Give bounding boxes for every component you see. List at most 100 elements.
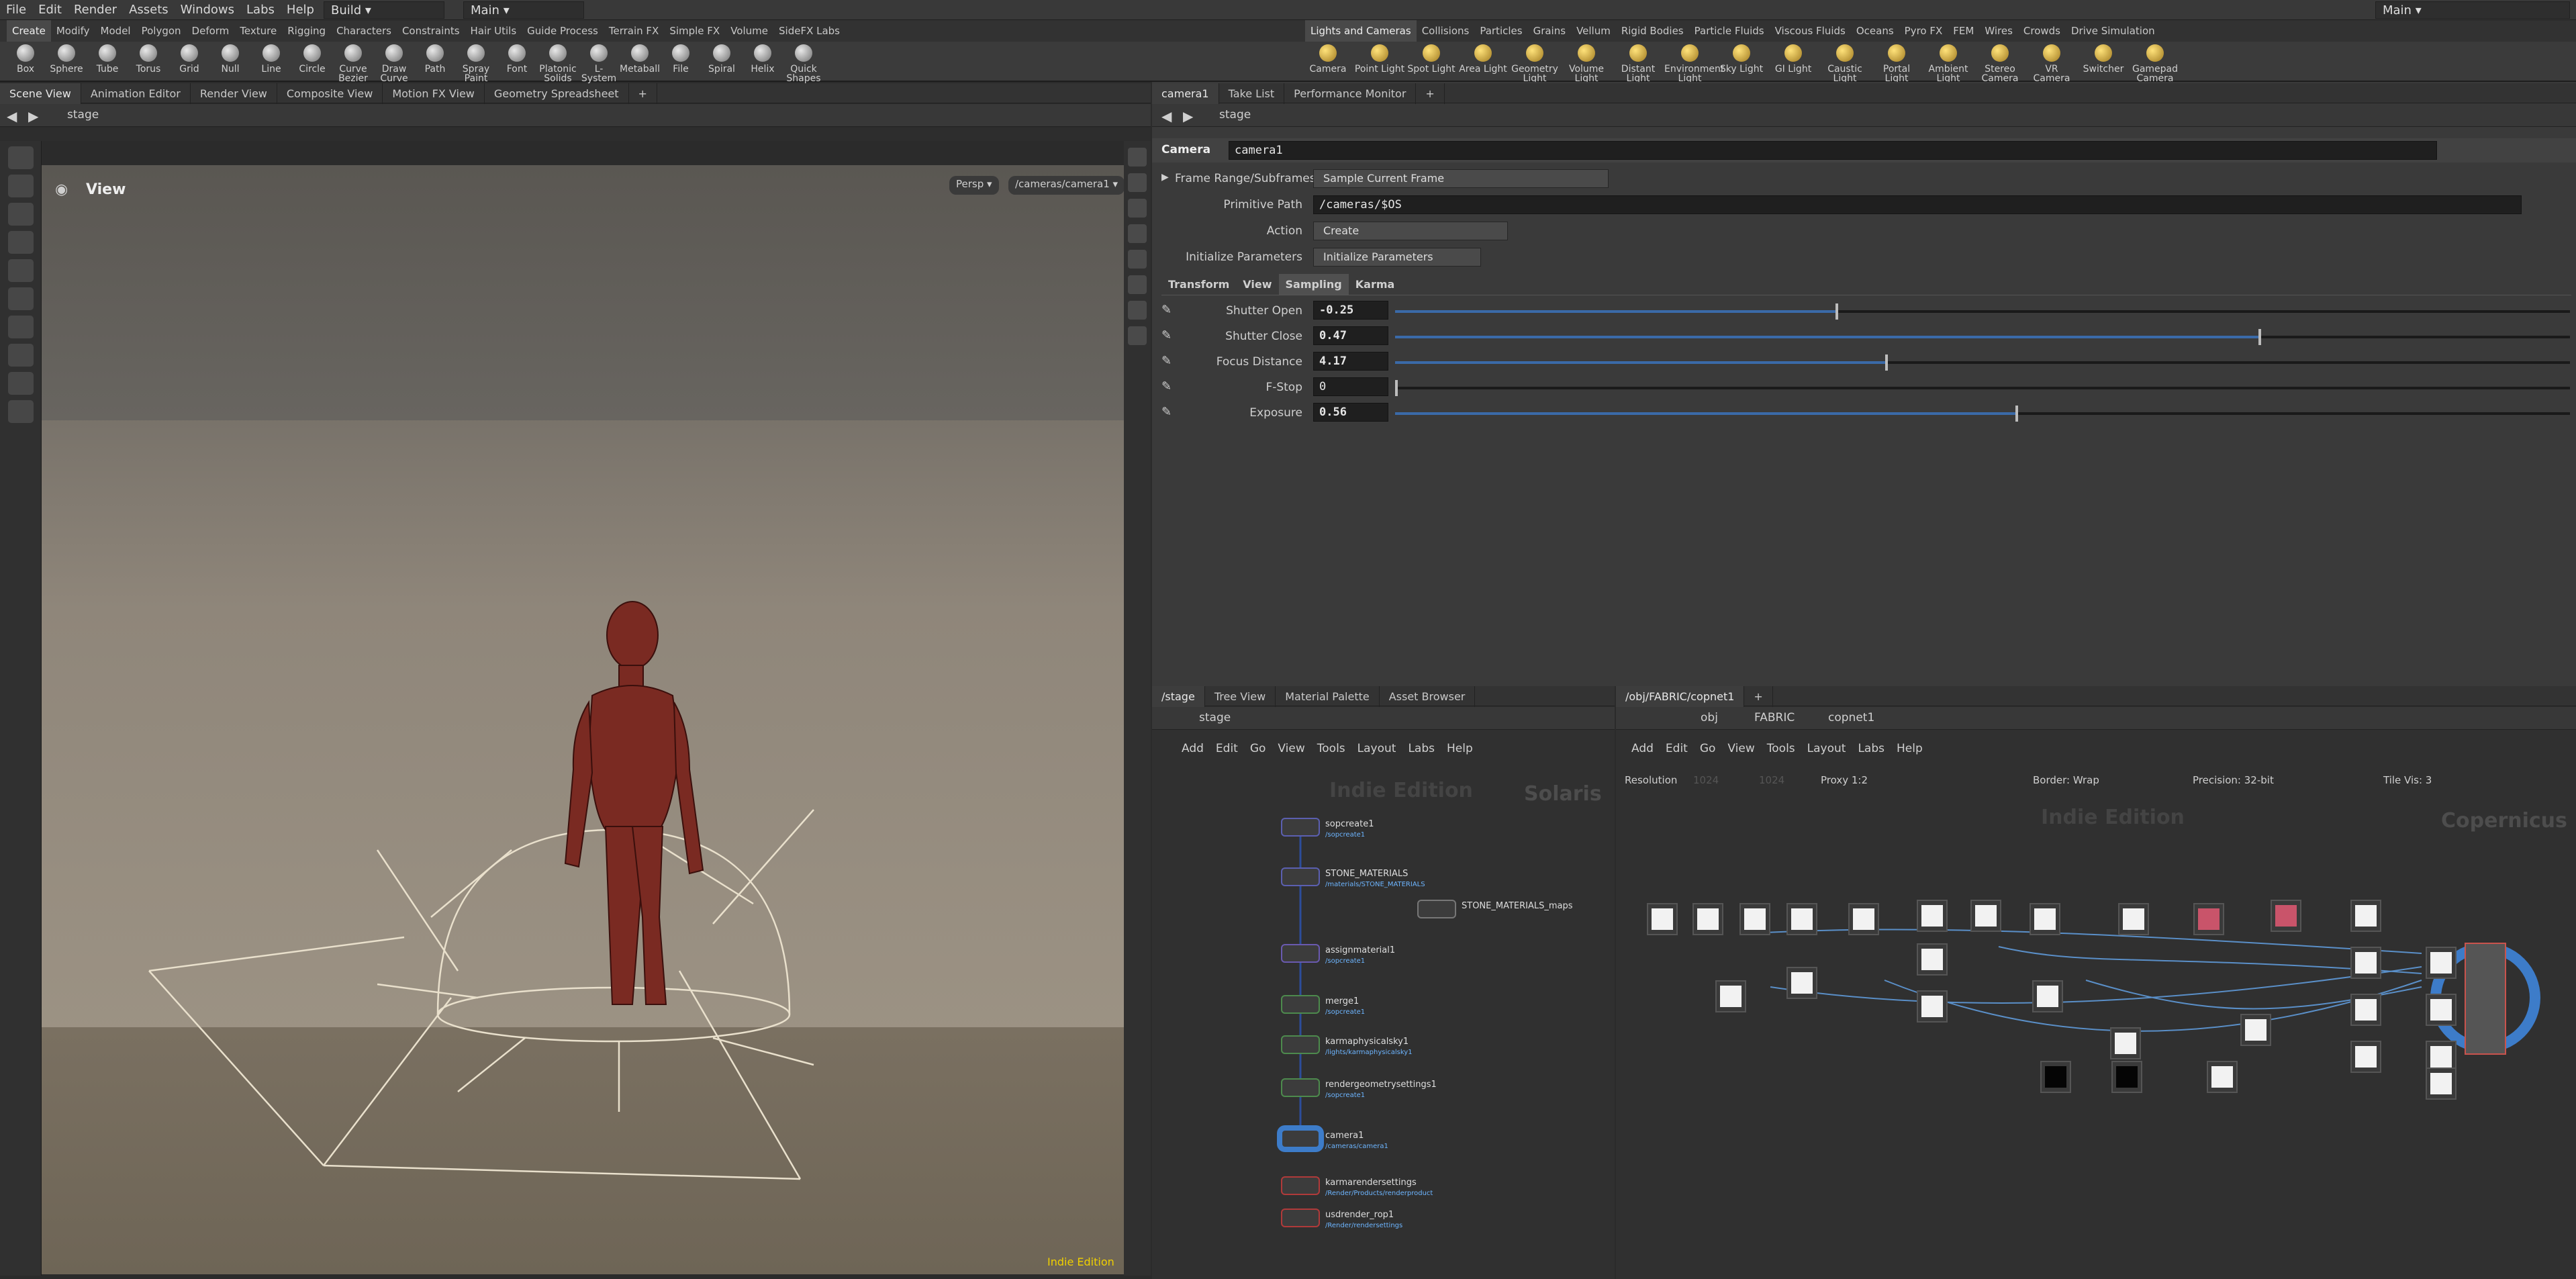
cop-node[interactable]: [2110, 1027, 2141, 1059]
tool-point-light[interactable]: Point Light: [1354, 44, 1405, 74]
right-context-dropdown[interactable]: Main ▾: [2375, 1, 2570, 19]
tool-area-light[interactable]: Area Light: [1458, 44, 1509, 74]
menu-labs[interactable]: Labs: [1858, 742, 1885, 755]
cop-node[interactable]: [2350, 994, 2381, 1026]
tab-sampling[interactable]: Sampling: [1278, 274, 1349, 295]
menu-labs[interactable]: Labs: [1408, 742, 1435, 755]
param-slider[interactable]: [1395, 354, 2570, 371]
param-slider[interactable]: [1395, 406, 2570, 422]
cop-path-copnet[interactable]: copnet1: [1828, 711, 1874, 724]
cop-node[interactable]: [1647, 903, 1678, 935]
cop-node[interactable]: [2426, 1068, 2456, 1100]
cop-node[interactable]: [1917, 943, 1948, 976]
shelf-tab-create[interactable]: Create: [7, 20, 51, 42]
res-y-field[interactable]: 1024: [1759, 774, 1784, 786]
scale-tool-icon[interactable]: [8, 259, 34, 282]
param-slider[interactable]: [1395, 303, 2570, 320]
shelf-tab-deform[interactable]: Deform: [187, 20, 235, 42]
tool-line[interactable]: Line: [251, 44, 291, 74]
tool-circle[interactable]: Circle: [292, 44, 332, 74]
tool-volume-light[interactable]: Volume Light: [1561, 44, 1612, 83]
camera-icon[interactable]: [1128, 326, 1147, 345]
shelf-tab-constraints[interactable]: Constraints: [397, 20, 465, 42]
tool-null[interactable]: Null: [210, 44, 250, 74]
shelf-tab-drive-simulation[interactable]: Drive Simulation: [2066, 20, 2160, 42]
shelf-tab-particle-fluids[interactable]: Particle Fluids: [1689, 20, 1770, 42]
tab-composite-view[interactable]: Composite View: [277, 83, 383, 104]
cop-node[interactable]: [2207, 1061, 2238, 1093]
proxy-label[interactable]: Proxy 1:2: [1821, 774, 1868, 786]
cop-node[interactable]: [2350, 1041, 2381, 1073]
tool-camera[interactable]: Camera: [1302, 44, 1353, 74]
cop-node[interactable]: [2271, 900, 2301, 932]
handle-tool-icon[interactable]: [8, 316, 34, 338]
node-sopcreate1[interactable]: [1281, 818, 1320, 837]
param-value-field[interactable]: 0.56: [1313, 403, 1388, 422]
shelf-tab-oceans[interactable]: Oceans: [1851, 20, 1899, 42]
shelf-tab-particles[interactable]: Particles: [1474, 20, 1527, 42]
tool-file[interactable]: File: [661, 44, 701, 74]
tab-geometry-spreadsheet[interactable]: Geometry Spreadsheet: [485, 83, 629, 104]
menu-windows[interactable]: Windows: [175, 0, 240, 19]
node-stone-materials[interactable]: [1281, 867, 1320, 886]
menu-go[interactable]: Go: [1250, 742, 1266, 755]
camera-tool-icon[interactable]: [8, 400, 34, 423]
tool-sphere[interactable]: Sphere: [46, 44, 87, 74]
tool-geometry-light[interactable]: Geometry Light: [1509, 44, 1560, 83]
node-rendergeometrysettings1[interactable]: [1281, 1078, 1320, 1097]
tool-platonic-solids[interactable]: Platonic Solids: [538, 44, 578, 83]
tool-metaball[interactable]: Metaball: [620, 44, 660, 74]
cop-node[interactable]: [1786, 903, 1817, 935]
cop-path-obj[interactable]: obj: [1701, 711, 1718, 724]
slider-handle[interactable]: [1835, 303, 1839, 320]
param-value-field[interactable]: 0.47: [1313, 326, 1388, 345]
display-options-icon[interactable]: [1128, 148, 1147, 167]
context-dropdown[interactable]: Main ▾: [463, 1, 584, 19]
tool-caustic-light[interactable]: Caustic Light: [1819, 44, 1870, 83]
frame-range-menu[interactable]: Sample Current Frame: [1313, 169, 1609, 188]
cop-node[interactable]: [1848, 903, 1879, 935]
tab-transform[interactable]: Transform: [1161, 274, 1236, 295]
tool-helix[interactable]: Helix: [743, 44, 783, 74]
shelf-tab-vellum[interactable]: Vellum: [1571, 20, 1616, 42]
tool-gamepad-camera[interactable]: Gamepad Camera: [2130, 44, 2181, 83]
cop-node[interactable]: [1970, 900, 2001, 932]
node-usdrender-rop1[interactable]: [1281, 1209, 1320, 1227]
menu-file[interactable]: File: [0, 0, 32, 19]
shelf-tab-fem[interactable]: FEM: [1948, 20, 1979, 42]
ghost-icon[interactable]: [1128, 173, 1147, 192]
menu-go[interactable]: Go: [1700, 742, 1716, 755]
cop-node[interactable]: [2350, 900, 2381, 932]
shelf-tab-polygon[interactable]: Polygon: [136, 20, 187, 42]
node-merge1[interactable]: [1281, 995, 1320, 1014]
lock-camera-icon[interactable]: [1128, 199, 1147, 218]
menu-labs[interactable]: Labs: [240, 0, 281, 19]
menu-edit[interactable]: Edit: [1666, 742, 1688, 755]
cop-node[interactable]: [2426, 994, 2456, 1026]
menu-render[interactable]: Render: [68, 0, 123, 19]
cop-node[interactable]: [2032, 980, 2063, 1012]
cop-node[interactable]: [2111, 1061, 2142, 1093]
shelf-tab-hair-utils[interactable]: Hair Utils: [465, 20, 522, 42]
back-arrow-icon[interactable]: ◀: [7, 108, 17, 124]
menu-view[interactable]: View: [1278, 742, 1304, 755]
res-x-field[interactable]: 1024: [1693, 774, 1719, 786]
tool-spiral[interactable]: Spiral: [702, 44, 742, 74]
node-stone-materials-maps[interactable]: [1417, 900, 1456, 918]
tool-curve-bezier[interactable]: Curve Bezier: [333, 44, 373, 83]
init-params-menu[interactable]: Initialize Parameters: [1313, 248, 1481, 267]
shelf-tab-modify[interactable]: Modify: [51, 20, 95, 42]
cop-node[interactable]: [2350, 947, 2381, 979]
shelf-tab-characters[interactable]: Characters: [331, 20, 397, 42]
tab-motion-fx-view[interactable]: Motion FX View: [383, 83, 485, 104]
shelf-tab-texture[interactable]: Texture: [234, 20, 282, 42]
tool-grid[interactable]: Grid: [169, 44, 209, 74]
tool-stereo-camera[interactable]: Stereo Camera: [1974, 44, 2025, 83]
cop-node[interactable]: [2193, 903, 2224, 935]
shelf-tab-terrain-fx[interactable]: Terrain FX: [604, 20, 664, 42]
tool-sky-light[interactable]: Sky Light: [1716, 44, 1767, 74]
add-tab-icon[interactable]: +: [629, 83, 657, 104]
menu-help[interactable]: Help: [1897, 742, 1923, 755]
tab-copnet[interactable]: /obj/FABRIC/copnet1: [1616, 686, 1745, 707]
shelf-tab-rigid-bodies[interactable]: Rigid Bodies: [1616, 20, 1689, 42]
